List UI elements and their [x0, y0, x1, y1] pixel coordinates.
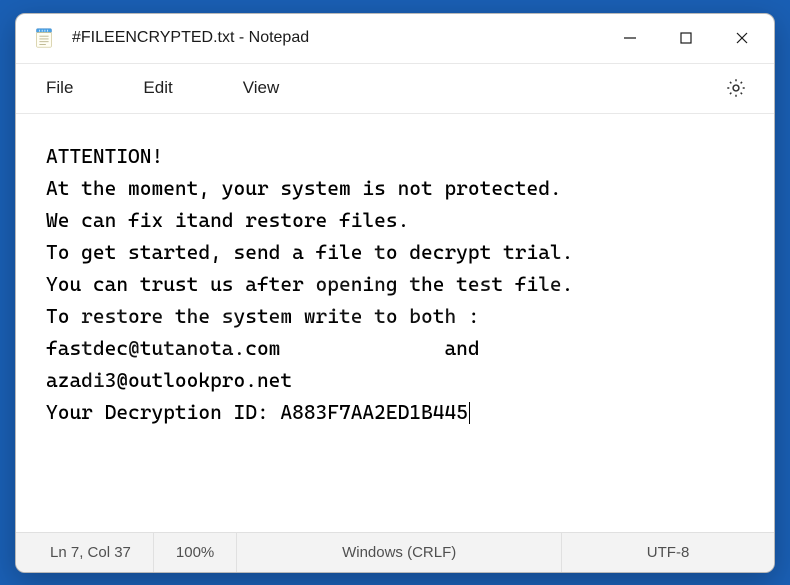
maximize-button[interactable]	[658, 17, 714, 59]
menu-view[interactable]: View	[233, 72, 290, 104]
editor-line: To get started, send a file to decrypt t…	[46, 240, 573, 264]
text-caret	[469, 402, 470, 424]
menu-file[interactable]: File	[36, 72, 83, 104]
editor-line: We can fix itand restore files.	[46, 208, 409, 232]
close-button[interactable]	[714, 17, 770, 59]
notepad-icon	[30, 24, 58, 52]
editor-line: Your Decryption ID: A883F7AA2ED1B445	[46, 400, 468, 424]
notepad-window: #FILEENCRYPTED.txt - Notepad File Edit V…	[15, 13, 775, 573]
editor-line: At the moment, your system is not protec…	[46, 176, 562, 200]
editor-line: To restore the system write to both :	[46, 304, 480, 328]
status-cursor-position: Ln 7, Col 37	[16, 533, 154, 572]
editor-line: azadi3@outlookpro.net	[46, 368, 292, 392]
menu-edit[interactable]: Edit	[133, 72, 182, 104]
settings-button[interactable]	[718, 70, 754, 106]
window-title: #FILEENCRYPTED.txt - Notepad	[72, 29, 309, 47]
editor-line: fastdec@tutanota.com and	[46, 336, 491, 360]
status-line-ending[interactable]: Windows (CRLF)	[237, 533, 562, 572]
editor-line: ATTENTION!	[46, 144, 163, 168]
editor-line: You can trust us after opening the test …	[46, 272, 573, 296]
titlebar[interactable]: #FILEENCRYPTED.txt - Notepad	[16, 14, 774, 64]
status-encoding[interactable]: UTF-8	[562, 533, 774, 572]
minimize-button[interactable]	[602, 17, 658, 59]
text-editor-area[interactable]: ATTENTION! At the moment, your system is…	[16, 114, 774, 532]
menubar: File Edit View	[16, 64, 774, 114]
statusbar: Ln 7, Col 37 100% Windows (CRLF) UTF-8	[16, 532, 774, 572]
status-zoom[interactable]: 100%	[154, 533, 237, 572]
